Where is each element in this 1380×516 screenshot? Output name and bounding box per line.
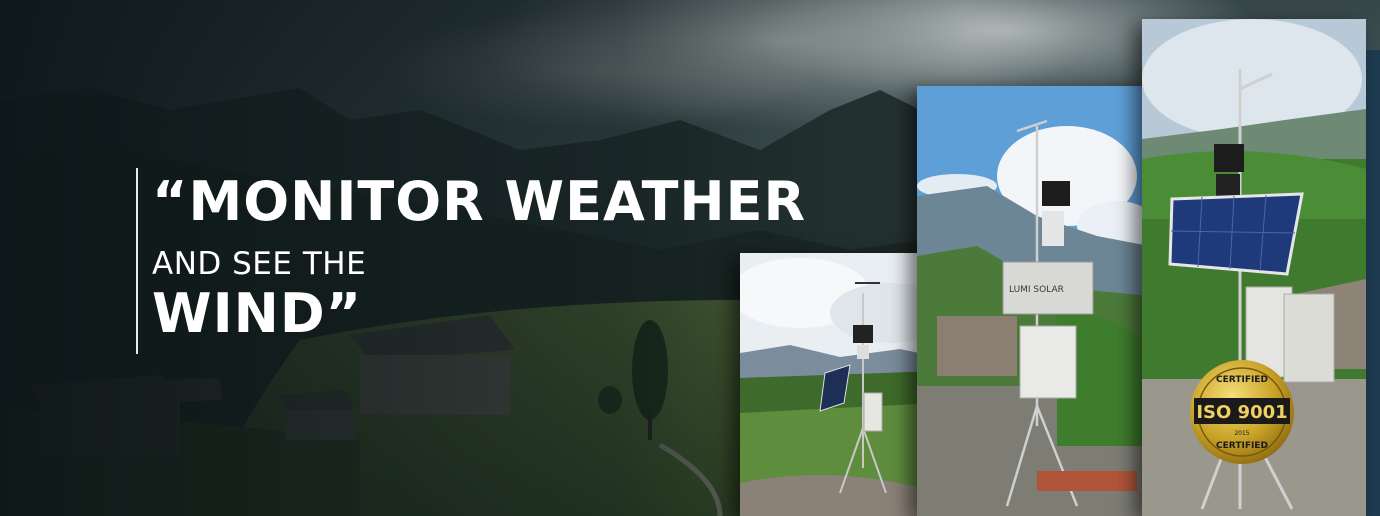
badge-bottom-text: CERTIFIED	[1216, 441, 1268, 451]
headline-line-3: WIND”	[152, 282, 363, 345]
headline-block: “MONITOR WEATHER AND SEE THE WIND”	[136, 168, 806, 354]
weather-station-banner: “MONITOR WEATHER AND SEE THE WIND” LUMI …	[0, 0, 1380, 516]
weather-station-photo-medium: LUMI SOLAR	[917, 86, 1149, 516]
badge-year-text: 2015	[1234, 430, 1249, 437]
solar-panel-label: LUMI SOLAR	[1009, 285, 1064, 295]
headline-line-2: AND SEE THE	[152, 246, 367, 282]
headline-line-1: “MONITOR WEATHER	[152, 170, 807, 233]
badge-top-text: CERTIFIED	[1216, 375, 1268, 385]
iso-9001-certified-badge: CERTIFIED ISO 9001 2015 CERTIFIED	[1188, 358, 1296, 466]
badge-main-text: ISO 9001	[1196, 402, 1287, 423]
weather-station-photo-small	[740, 253, 938, 516]
